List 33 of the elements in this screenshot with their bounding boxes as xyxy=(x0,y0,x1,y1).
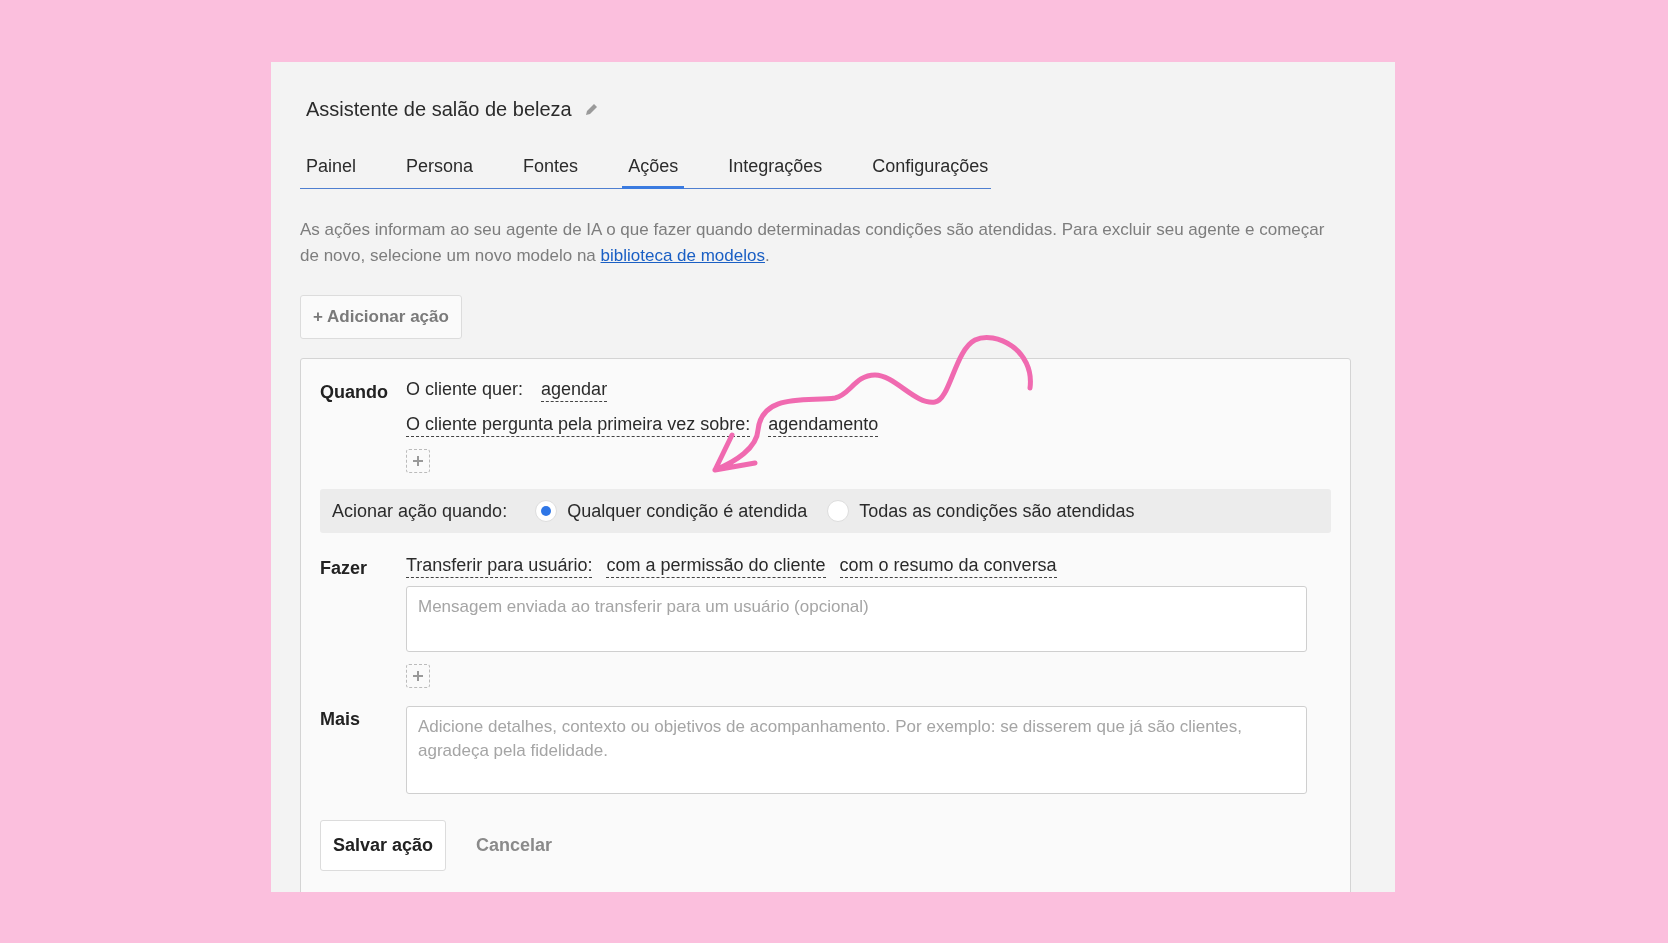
section-label: Fazer xyxy=(320,557,369,579)
description-text: As ações informam ao seu agente de IA o que fazer quando determinadas condições são atendidas. Para excluir seu agente e começar de novo, selecione um novo modelo na biblioteca de modelos. xyxy=(300,219,1326,267)
message-field[interactable]: Mensagem enviada ao transferir para um usuário (opcional) xyxy=(406,586,1307,652)
templates-link[interactable]: biblioteca de modelos xyxy=(600,246,765,265)
radio-option[interactable]: Qualquer condição é atendida xyxy=(535,500,808,522)
tab[interactable]: Integrações xyxy=(722,148,829,189)
details-field[interactable]: Adicione detalhes, contexto ou objetivos de acompanhamento. Por exemplo: se disserem que já são clientes, agradeça pela fidelidade. xyxy=(406,706,1307,794)
action-label[interactable]: Transferir para usuário: xyxy=(406,555,593,578)
add-action-button[interactable]: + Adicionar ação xyxy=(300,295,462,339)
radio-icon[interactable] xyxy=(827,500,850,522)
section-label: Mais xyxy=(320,708,362,730)
tab[interactable]: Persona xyxy=(400,148,480,189)
pencil-icon[interactable] xyxy=(583,101,600,117)
action-option[interactable]: com o resumo da conversa xyxy=(839,555,1057,578)
save-button[interactable]: Salvar ação xyxy=(320,820,447,871)
radio-option[interactable]: Todas as condições são atendidas xyxy=(827,500,1135,522)
trigger-label: Acionar ação quando: xyxy=(332,500,508,522)
condition-label[interactable]: O cliente pergunta pela primeira vez sobre: xyxy=(406,414,751,437)
plus-icon[interactable] xyxy=(412,455,424,467)
add-condition-button[interactable] xyxy=(406,449,430,473)
tab[interactable]: Configurações xyxy=(866,148,995,189)
tab[interactable]: Fontes xyxy=(517,148,585,189)
add-action-step-button[interactable] xyxy=(406,664,430,688)
condition-value[interactable]: agendamento xyxy=(768,414,879,437)
radio-icon[interactable] xyxy=(535,500,558,522)
tab[interactable]: Ações xyxy=(622,148,685,189)
condition-label: O cliente quer: xyxy=(406,379,524,401)
plus-icon[interactable] xyxy=(412,670,424,682)
condition-value[interactable]: agendar xyxy=(541,379,608,402)
tab[interactable]: Painel xyxy=(300,148,363,189)
page-title: Assistente de salão de beleza xyxy=(306,97,572,121)
section-label: Quando xyxy=(320,381,389,403)
action-option[interactable]: com a permissão do cliente xyxy=(606,555,826,578)
